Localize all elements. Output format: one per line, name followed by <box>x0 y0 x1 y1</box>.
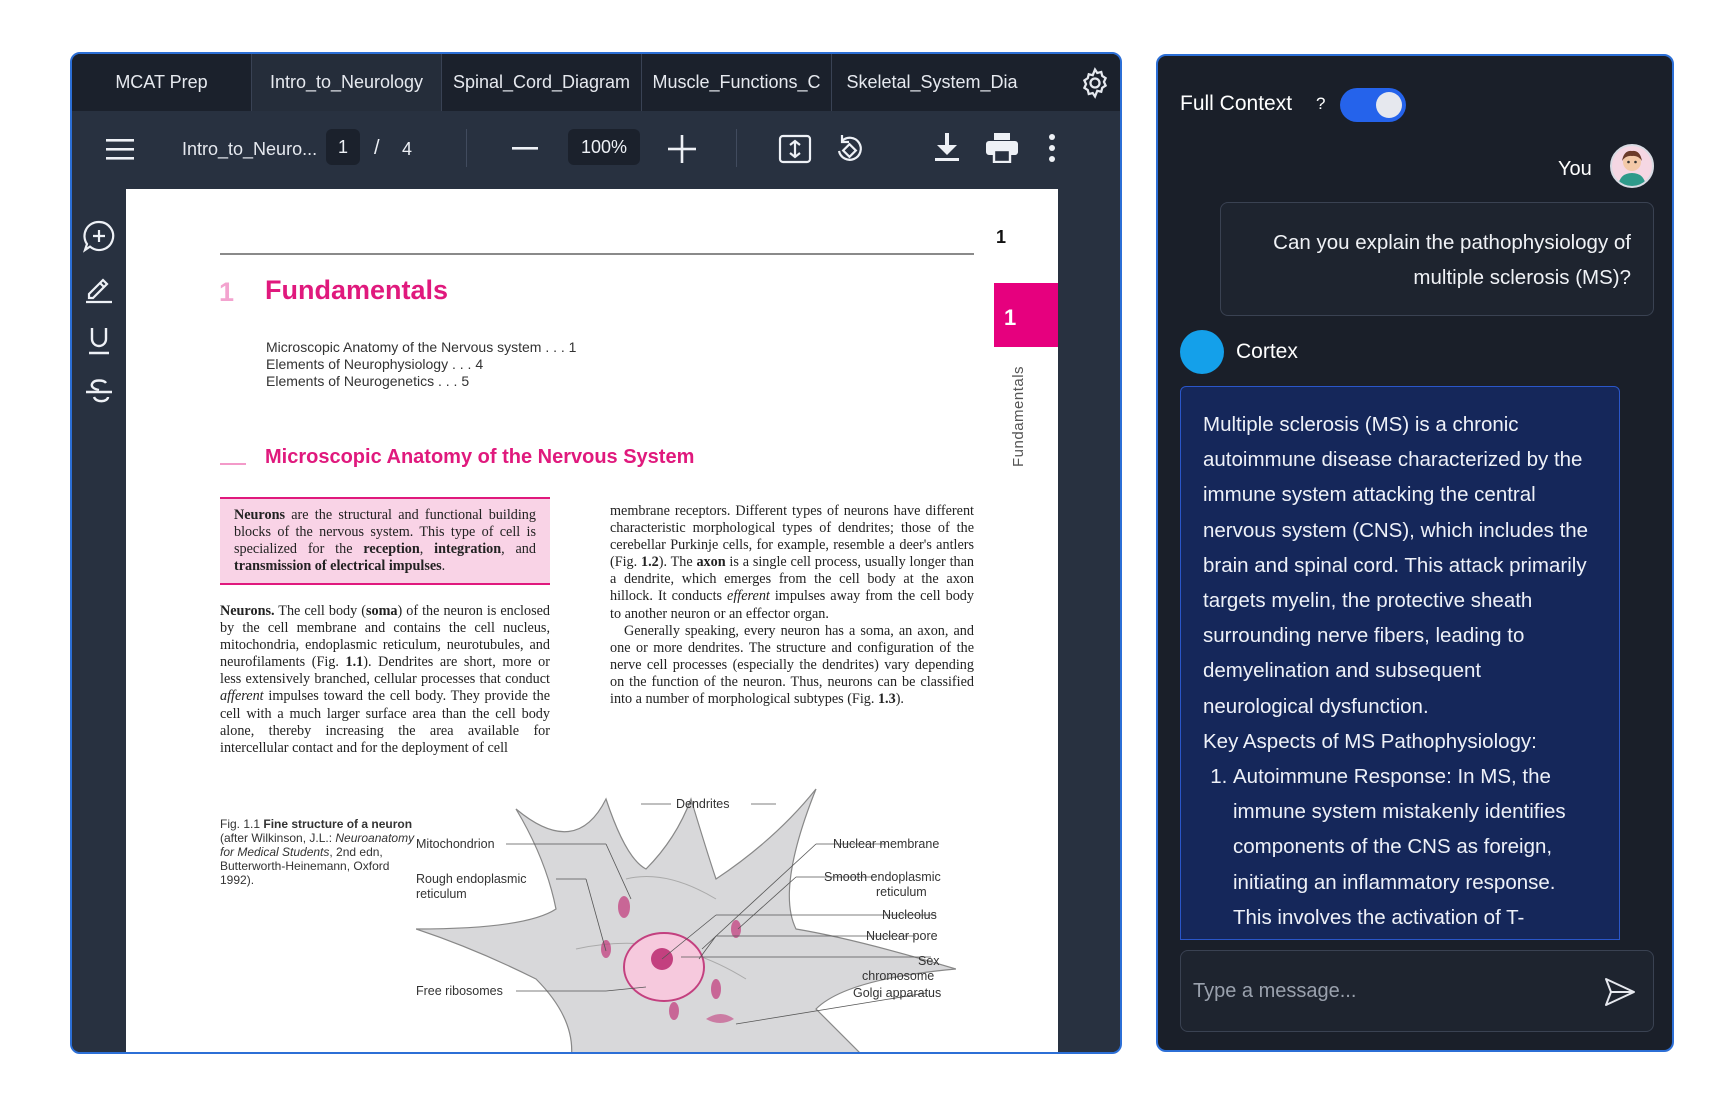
label-rough-er: Rough endoplasmic <box>416 872 527 886</box>
label-dendrites: Dendrites <box>676 797 730 811</box>
page-number: 1 <box>996 227 1007 247</box>
figure-caption: Fig. 1.1 Fine structure of a neuron (afte… <box>220 817 415 887</box>
tab-muscle-functions[interactable]: Muscle_Functions_C <box>642 54 832 111</box>
body-column-right: membrane receptors. Different types of n… <box>610 503 974 708</box>
gear-icon[interactable] <box>1078 66 1112 100</box>
toc-item: Elements of Neurophysiology . . . 4 <box>266 356 484 372</box>
message-composer <box>1180 950 1654 1032</box>
annotation-rail <box>72 189 126 1052</box>
label-sex-chromosome-2: chromosome <box>862 969 934 983</box>
pdf-toolbar: Intro_to_Neuro... 1 / 4 100% <box>72 111 1120 189</box>
minus-icon[interactable] <box>512 147 538 151</box>
chapter-side-label: Fundamentals <box>1010 365 1027 467</box>
label-smooth-er-2: reticulum <box>876 885 927 899</box>
toolbar-divider <box>736 129 737 167</box>
toolbar-divider <box>466 129 467 167</box>
user-message: Can you explain the pathophysiology of m… <box>1220 202 1654 316</box>
strikethrough-icon[interactable] <box>82 375 116 409</box>
assistant-paragraph: Multiple sclerosis (MS) is a chronic aut… <box>1203 413 1589 718</box>
full-context-toggle[interactable] <box>1340 88 1406 122</box>
tab-intro-to-neurology[interactable]: Intro_to_Neurology <box>252 54 442 111</box>
print-icon[interactable] <box>986 133 1018 163</box>
assistant-name: Cortex <box>1236 340 1298 363</box>
label-golgi: Golgi apparatus <box>853 986 941 1000</box>
label-smooth-er: Smooth endoplasmic <box>824 870 941 884</box>
pdf-viewer-window: MCAT Prep Intro_to_Neurology Spinal_Cord… <box>70 52 1122 1054</box>
label-mitochondrion: Mitochondrion <box>416 837 495 851</box>
neuron-diagram: Dendrites Mitochondrion Nuclear membrane… <box>416 788 956 1052</box>
more-vert-icon[interactable] <box>1048 133 1056 163</box>
header-rule <box>220 253 974 255</box>
label-free-ribosomes: Free ribosomes <box>416 984 503 998</box>
highlight-pen-icon[interactable] <box>82 271 116 305</box>
fit-page-icon[interactable] <box>778 133 812 165</box>
tab-mcat-prep[interactable]: MCAT Prep <box>72 54 252 111</box>
chapter-title: Fundamentals <box>265 275 449 305</box>
toc-item: Elements of Neurogenetics . . . 5 <box>266 373 470 389</box>
definition-box: Neurons are the structural and functiona… <box>220 497 550 585</box>
label-rough-er-2: reticulum <box>416 887 467 901</box>
download-icon[interactable] <box>934 133 960 163</box>
tab-spinal-cord-diagram[interactable]: Spinal_Cord_Diagram <box>442 54 642 111</box>
toc-item: Microscopic Anatomy of the Nervous syste… <box>266 339 577 355</box>
message-input[interactable] <box>1193 973 1593 1009</box>
assistant-heading: Key Aspects of MS Pathophysiology: <box>1203 729 1537 753</box>
chapter-number: 1 <box>219 277 235 307</box>
add-comment-icon[interactable] <box>82 219 116 253</box>
section-title: Microscopic Anatomy of the Nervous Syste… <box>265 446 695 468</box>
chat-panel: Full Context ? You Can you explain the p… <box>1156 54 1674 1052</box>
section-marker <box>220 463 246 465</box>
page-separator: / <box>374 137 380 159</box>
zoom-level[interactable]: 100% <box>568 129 640 165</box>
toggle-knob <box>1376 92 1402 118</box>
label-nucleolus: Nucleolus <box>882 908 937 922</box>
chapter-toc: Microscopic Anatomy of the Nervous syste… <box>266 339 576 390</box>
cortex-avatar <box>1180 330 1224 374</box>
underline-icon[interactable] <box>82 323 116 357</box>
pdf-page: 1 1 Fundamentals Microscopic Anatomy of … <box>126 189 1060 1052</box>
menu-icon[interactable] <box>106 137 134 161</box>
send-icon[interactable] <box>1603 975 1637 1009</box>
page-gutter <box>1058 189 1120 1052</box>
user-name: You <box>1558 158 1592 180</box>
help-icon[interactable]: ? <box>1316 94 1325 114</box>
plus-icon[interactable] <box>668 135 696 163</box>
tab-bar: MCAT Prep Intro_to_Neurology Spinal_Cord… <box>72 54 1120 111</box>
page-total: 4 <box>402 139 413 159</box>
assistant-list: Autoimmune Response: In MS, the immune s… <box>1233 759 1597 935</box>
page-number-input[interactable]: 1 <box>326 129 360 165</box>
full-context-label: Full Context <box>1180 92 1293 115</box>
rotate-icon[interactable] <box>834 133 866 165</box>
label-nuclear-pore: Nuclear pore <box>866 929 938 943</box>
assistant-message: Multiple sclerosis (MS) is a chronic aut… <box>1180 386 1620 940</box>
user-avatar <box>1610 144 1654 188</box>
list-item: Autoimmune Response: In MS, the immune s… <box>1233 759 1597 935</box>
document-filename: Intro_to_Neuro... <box>182 139 318 159</box>
label-nuclear-membrane: Nuclear membrane <box>833 837 939 851</box>
tab-skeletal-system[interactable]: Skeletal_System_Dia <box>832 54 1032 111</box>
body-column-left: Neurons. The cell body (soma) of the neu… <box>220 603 550 756</box>
chapter-side-tab: 1 <box>994 283 1058 347</box>
label-sex-chromosome: Sex <box>918 954 940 968</box>
